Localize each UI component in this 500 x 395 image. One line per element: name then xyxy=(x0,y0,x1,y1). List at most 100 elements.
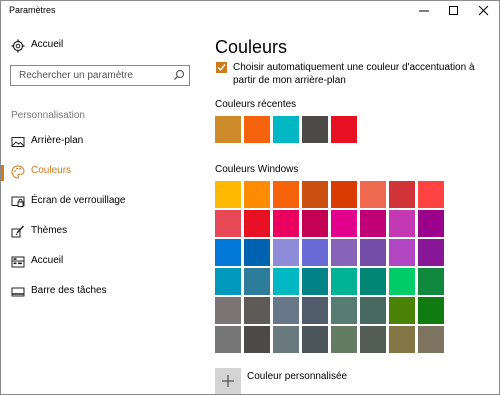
recent-color-swatch[interactable] xyxy=(215,116,241,143)
nav-home[interactable]: Accueil xyxy=(1,33,201,61)
color-swatch[interactable] xyxy=(244,210,270,237)
color-swatch[interactable] xyxy=(215,210,241,237)
color-swatch[interactable] xyxy=(273,210,299,237)
sidebar-item-label: Barre des tâches xyxy=(31,285,107,296)
color-swatch[interactable] xyxy=(302,297,328,324)
color-swatch[interactable] xyxy=(215,268,241,295)
plus-button[interactable] xyxy=(215,368,241,394)
color-swatch[interactable] xyxy=(273,297,299,324)
sidebar-item-colors[interactable]: Couleurs xyxy=(1,159,201,187)
color-swatch[interactable] xyxy=(418,268,444,295)
color-swatch[interactable] xyxy=(215,181,241,208)
color-swatch[interactable] xyxy=(331,210,357,237)
color-swatch[interactable] xyxy=(389,181,415,208)
close-icon xyxy=(479,6,489,16)
sidebar-item-taskbar[interactable]: Barre des tâches xyxy=(1,279,201,307)
color-swatch[interactable] xyxy=(331,297,357,324)
settings-window: Paramètres Accueil Rechercher un paramèt… xyxy=(0,0,500,395)
taskbar-icon xyxy=(11,287,25,297)
color-swatch[interactable] xyxy=(418,210,444,237)
sidebar-item-label: Couleurs xyxy=(31,165,72,176)
nav-home-label: Accueil xyxy=(31,39,64,50)
auto-accent-label: Choisir automatiquement une couleur d'ac… xyxy=(233,62,475,86)
color-swatch[interactable] xyxy=(360,268,386,295)
custom-color-label: Couleur personnalisée xyxy=(247,371,348,382)
color-swatch[interactable] xyxy=(244,268,270,295)
color-swatch[interactable] xyxy=(331,181,357,208)
color-swatch[interactable] xyxy=(302,326,328,353)
palette-icon xyxy=(11,165,25,179)
search-placeholder: Rechercher un paramètre xyxy=(19,70,133,81)
sidebar-item-label: Thèmes xyxy=(31,225,68,236)
section-heading: Personnalisation xyxy=(11,110,85,121)
start-icon xyxy=(11,256,25,268)
color-swatch[interactable] xyxy=(273,239,299,266)
color-swatch[interactable] xyxy=(302,239,328,266)
sidebar-item-start[interactable]: Accueil xyxy=(1,249,201,277)
window-title: Paramètres xyxy=(9,5,56,15)
color-swatch[interactable] xyxy=(302,210,328,237)
sidebar-item-themes[interactable]: Thèmes xyxy=(1,219,201,247)
color-swatch[interactable] xyxy=(360,181,386,208)
color-swatch[interactable] xyxy=(215,326,241,353)
color-swatch[interactable] xyxy=(418,326,444,353)
color-swatch[interactable] xyxy=(302,268,328,295)
color-swatch[interactable] xyxy=(273,268,299,295)
themes-icon xyxy=(11,225,25,238)
close-button[interactable] xyxy=(469,1,499,21)
color-swatch[interactable] xyxy=(418,239,444,266)
sidebar-item-label: Écran de verrouillage xyxy=(31,195,126,206)
color-swatch[interactable] xyxy=(215,239,241,266)
windows-colors-grid xyxy=(215,181,449,355)
color-swatch[interactable] xyxy=(331,239,357,266)
minimize-button[interactable] xyxy=(409,1,439,21)
search-input[interactable]: Rechercher un paramètre xyxy=(10,65,190,86)
gear-icon xyxy=(11,39,25,53)
color-swatch[interactable] xyxy=(331,268,357,295)
plus-icon xyxy=(222,375,234,387)
color-swatch[interactable] xyxy=(244,326,270,353)
auto-accent-checkbox[interactable] xyxy=(216,62,227,73)
minimize-icon xyxy=(419,10,429,12)
maximize-button[interactable] xyxy=(439,1,469,21)
sidebar-item-label: Arrière-plan xyxy=(31,135,84,146)
recent-color-swatch[interactable] xyxy=(273,116,299,143)
color-swatch[interactable] xyxy=(244,297,270,324)
custom-color-button[interactable]: Couleur personnalisée xyxy=(215,366,415,394)
color-swatch[interactable] xyxy=(302,181,328,208)
color-swatch[interactable] xyxy=(418,181,444,208)
color-swatch[interactable] xyxy=(389,239,415,266)
checkmark-icon xyxy=(217,64,226,72)
color-swatch[interactable] xyxy=(389,268,415,295)
color-swatch[interactable] xyxy=(331,326,357,353)
search-icon xyxy=(174,70,184,80)
sidebar: Accueil Rechercher un paramètre Personna… xyxy=(1,21,201,394)
color-swatch[interactable] xyxy=(360,297,386,324)
recent-colors-heading: Couleurs récentes xyxy=(215,99,297,110)
color-swatch[interactable] xyxy=(418,297,444,324)
active-indicator xyxy=(1,165,4,181)
recent-color-swatch[interactable] xyxy=(244,116,270,143)
color-swatch[interactable] xyxy=(360,210,386,237)
color-swatch[interactable] xyxy=(389,210,415,237)
title-bar: Paramètres xyxy=(1,1,499,21)
sidebar-item-label: Accueil xyxy=(31,255,64,266)
color-swatch[interactable] xyxy=(244,239,270,266)
windows-colors-heading: Couleurs Windows xyxy=(215,164,299,175)
sidebar-item-lock-screen[interactable]: Écran de verrouillage xyxy=(1,189,201,217)
color-swatch[interactable] xyxy=(215,297,241,324)
recent-color-swatch[interactable] xyxy=(302,116,328,143)
color-swatch[interactable] xyxy=(389,297,415,324)
sidebar-item-background[interactable]: Arrière-plan xyxy=(1,129,201,157)
color-swatch[interactable] xyxy=(244,181,270,208)
image-icon xyxy=(11,137,25,147)
color-swatch[interactable] xyxy=(389,326,415,353)
main-content: Couleurs Choisir automatiquement une cou… xyxy=(215,21,495,394)
recent-color-swatch[interactable] xyxy=(331,116,357,143)
color-swatch[interactable] xyxy=(360,239,386,266)
lock-screen-icon xyxy=(11,196,25,207)
maximize-icon xyxy=(449,6,458,15)
color-swatch[interactable] xyxy=(360,326,386,353)
color-swatch[interactable] xyxy=(273,181,299,208)
color-swatch[interactable] xyxy=(273,326,299,353)
